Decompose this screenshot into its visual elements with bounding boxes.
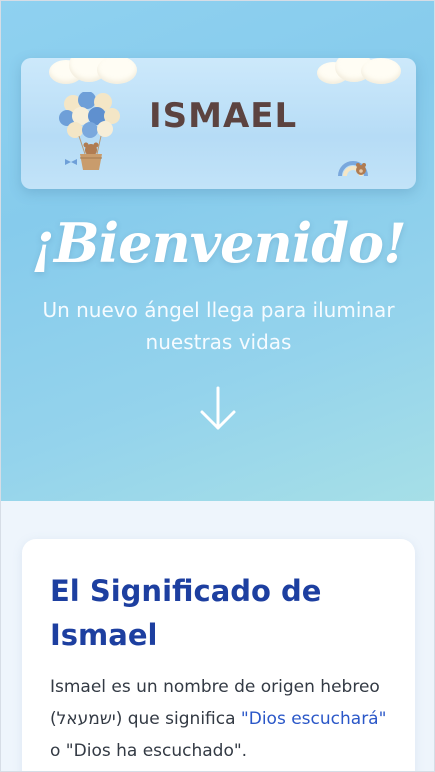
name-banner: ISMAEL — [21, 58, 416, 189]
meaning-highlight: "Dios escuchará" — [240, 709, 387, 729]
meaning-text: Ismael es un nombre de origen hebreo (יש… — [50, 671, 400, 767]
welcome-heading: ¡Bienvenido! — [31, 211, 406, 275]
meaning-card: El Significado de Ismael Ismael es un no… — [22, 539, 415, 771]
hero-subtitle: Un nuevo ángel llega para iluminar nuest… — [42, 298, 395, 354]
page: ISMAEL ¡Bienvenido! Un nuevo ángel llega… — [0, 0, 435, 772]
rainbow-teddy-bear — [338, 161, 368, 177]
cloud-left-decoration — [49, 58, 139, 84]
arrow-down-icon[interactable] — [197, 384, 239, 432]
hero-section: ISMAEL ¡Bienvenido! Un nuevo ángel llega… — [1, 1, 434, 501]
cloud-right-decoration — [317, 58, 403, 86]
hot-air-balloon-teddy-bear — [59, 92, 120, 170]
meaning-title: El Significado de Ismael — [50, 574, 322, 652]
meaning-text-end: o "Dios ha escuchado". — [50, 741, 248, 761]
banner-name: ISMAEL — [149, 96, 298, 136]
